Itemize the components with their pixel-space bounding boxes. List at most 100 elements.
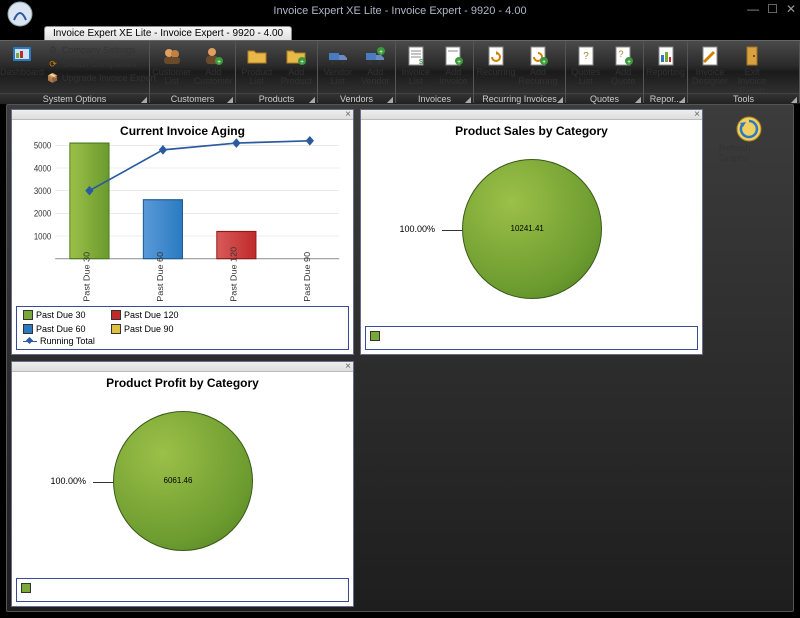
svg-text:4000: 4000	[34, 163, 52, 174]
content-area: × Current Invoice Aging 5000 4000 3000 2…	[6, 104, 794, 612]
pie-profit: 6061.46	[113, 411, 253, 551]
invoice-icon: $	[405, 45, 427, 67]
pie-pct: 100.00%	[400, 224, 436, 234]
panel-product-sales: × Product Sales by Category 100.00% 1024…	[360, 109, 703, 355]
group-system-options: System Options◢	[0, 93, 149, 104]
app-logo-icon	[6, 0, 34, 28]
document-tabstrip: Invoice Expert XE Lite - Invoice Expert …	[0, 22, 800, 40]
expand-icon[interactable]: ◢	[791, 95, 797, 104]
expand-icon[interactable]: ◢	[635, 95, 641, 104]
upgrade-button[interactable]: 📦Upgrade Invoice Expert	[45, 71, 158, 85]
ribbon: Dashboard ⚙Company Settings ⟳Switch Comp…	[0, 40, 800, 104]
pie-pct: 100.00%	[51, 476, 87, 486]
svg-text:+: +	[627, 59, 631, 66]
expand-icon[interactable]: ◢	[309, 95, 315, 104]
expand-icon[interactable]: ◢	[465, 95, 471, 104]
panel-title: Product Sales by Category	[361, 124, 702, 138]
report-icon	[655, 45, 677, 67]
close-button[interactable]: ✕	[786, 2, 796, 16]
group-tools: Tools◢	[688, 93, 799, 104]
expand-icon[interactable]: ◢	[557, 95, 563, 104]
gear-icon: ⚙	[47, 44, 59, 56]
refresh-icon	[735, 115, 763, 143]
svg-text:Past Due 90: Past Due 90	[302, 252, 311, 302]
recurring-icon	[485, 45, 507, 67]
svg-text:Past Due 120: Past Due 120	[229, 247, 238, 302]
titlebar: Invoice Expert XE Lite - Invoice Expert …	[0, 0, 800, 22]
svg-text:5000: 5000	[34, 140, 52, 151]
pie-val: 10241.41	[511, 224, 544, 233]
pie-sales: 10241.41	[462, 159, 602, 299]
group-products: Products◢	[236, 93, 317, 104]
panel-title: Product Profit by Category	[12, 376, 353, 390]
add-vendor-button[interactable]: +Add Vendor	[357, 43, 395, 91]
refresh-graphs-button[interactable]: Refresh Graphs	[719, 109, 779, 163]
invoice-designer-button[interactable]: Invoice Designer	[689, 43, 731, 91]
group-customers: Customers◢	[150, 93, 235, 104]
folder-add-icon: +	[285, 45, 307, 67]
quote-add-icon: ?+	[612, 45, 634, 67]
truck-icon	[327, 45, 349, 67]
recurring-button[interactable]: Recurring	[475, 43, 517, 91]
svg-text:3000: 3000	[34, 186, 52, 197]
panel-close-icon[interactable]: ×	[694, 109, 700, 120]
add-invoice-button[interactable]: +Add Invoice	[435, 43, 473, 91]
svg-text:1000: 1000	[34, 231, 52, 242]
recurring-add-icon: +	[527, 45, 549, 67]
invoice-add-icon: +	[442, 45, 464, 67]
swap-icon: ⟳	[47, 58, 59, 70]
svg-text:Past Due 30: Past Due 30	[82, 252, 91, 302]
svg-text:+: +	[542, 59, 546, 66]
designer-icon	[699, 45, 721, 67]
group-invoices: Invoices◢	[396, 93, 473, 104]
side-actions: Refresh Graphs	[709, 109, 789, 607]
add-recurring-button[interactable]: +Add Recurring	[517, 43, 559, 91]
product-list-button[interactable]: Product List	[237, 43, 277, 91]
reporting-button[interactable]: Reporting	[645, 43, 686, 91]
profit-legend	[16, 578, 349, 602]
app-window: Invoice Expert XE Lite - Invoice Expert …	[0, 0, 800, 618]
tab-dashboard[interactable]: Invoice Expert XE Lite - Invoice Expert …	[44, 26, 292, 40]
dashboard-button[interactable]: Dashboard	[1, 43, 43, 91]
quote-icon: ?	[575, 45, 597, 67]
svg-text:?: ?	[619, 49, 624, 59]
svg-text:+: +	[457, 59, 461, 66]
group-report: Repor...◢	[644, 93, 687, 104]
switch-companies-button[interactable]: ⟳Switch Companies	[45, 57, 158, 71]
group-quotes: Quotes◢	[566, 93, 643, 104]
invoice-list-button[interactable]: $Invoice List	[397, 43, 435, 91]
exit-button[interactable]: Exit Invoice Expert	[731, 43, 773, 91]
vendor-list-button[interactable]: Vendor List	[319, 43, 357, 91]
panel-close-icon[interactable]: ×	[345, 109, 351, 120]
add-product-button[interactable]: +Add Product	[277, 43, 317, 91]
expand-icon[interactable]: ◢	[387, 95, 393, 104]
maximize-button[interactable]: ☐	[767, 2, 778, 16]
exit-icon	[741, 45, 763, 67]
people-icon	[161, 45, 183, 67]
pie-val: 6061.46	[164, 476, 193, 485]
dashboard-icon	[11, 45, 33, 67]
folder-icon	[246, 45, 268, 67]
company-settings-button[interactable]: ⚙Company Settings	[45, 43, 158, 57]
sales-legend	[365, 326, 698, 350]
svg-text:+: +	[300, 59, 304, 66]
truck-add-icon: +	[364, 45, 386, 67]
add-customer-button[interactable]: +Add Customer	[193, 43, 235, 91]
panel-invoice-aging: × Current Invoice Aging 5000 4000 3000 2…	[11, 109, 354, 355]
expand-icon[interactable]: ◢	[227, 95, 233, 104]
quotes-list-button[interactable]: ?Quotes List	[567, 43, 605, 91]
expand-icon[interactable]: ◢	[679, 95, 685, 104]
minimize-button[interactable]: —	[747, 2, 759, 16]
customer-list-button[interactable]: Customer List	[151, 43, 193, 91]
window-title: Invoice Expert XE Lite - Invoice Expert …	[273, 5, 526, 17]
aging-chart: 5000 4000 3000 2000 1000	[16, 134, 349, 304]
person-add-icon: +	[202, 45, 224, 67]
svg-text:+: +	[217, 59, 221, 66]
svg-text:Past Due 60: Past Due 60	[156, 252, 165, 302]
add-quote-button[interactable]: ?+Add Quote	[605, 43, 643, 91]
svg-text:$: $	[419, 59, 423, 66]
panel-product-profit: × Product Profit by Category 100.00% 606…	[11, 361, 354, 607]
panel-close-icon[interactable]: ×	[345, 361, 351, 372]
expand-icon[interactable]: ◢	[141, 95, 147, 104]
svg-text:+: +	[379, 49, 383, 56]
